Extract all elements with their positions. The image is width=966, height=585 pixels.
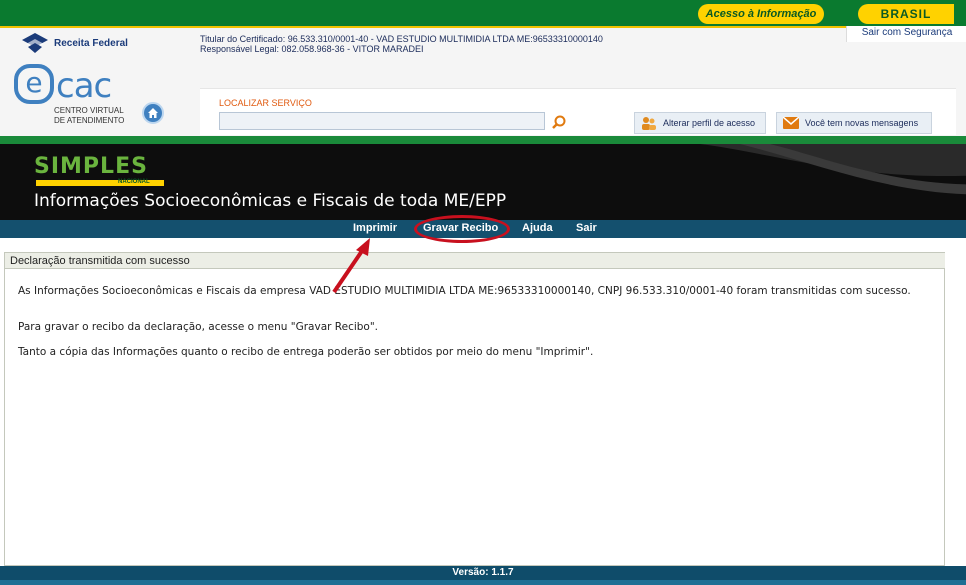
- messages-button[interactable]: Você tem novas mensagens: [776, 112, 932, 134]
- ecac-wordmark: cac: [56, 66, 112, 106]
- home-icon[interactable]: [142, 102, 164, 124]
- header-divider-stripe: [0, 136, 966, 144]
- page-title: Informações Socioeconômicas e Fiscais de…: [34, 191, 507, 211]
- simples-logo: SIMPLES: [34, 154, 148, 179]
- content-panel: [4, 252, 945, 566]
- profile-icon: [642, 117, 656, 130]
- record-instruction: Para gravar o recibo da declaração, aces…: [18, 321, 379, 333]
- menu-item-sair[interactable]: Sair: [576, 222, 597, 234]
- change-profile-button[interactable]: Alterar perfil de acesso: [634, 112, 766, 134]
- receita-federal-logo[interactable]: Receita Federal: [20, 32, 128, 54]
- ecac-subtitle-line2: DE ATENDIMENTO: [54, 116, 125, 125]
- messages-label: Você tem novas mensagens: [805, 118, 919, 128]
- logout-link[interactable]: Sair com Segurança: [846, 26, 966, 42]
- simples-banner: SIMPLES NACIONAL Informações Socioeconôm…: [0, 144, 966, 220]
- footer-stripe: [0, 580, 966, 585]
- certificate-info: Titular do Certificado: 96.533.310/0001-…: [200, 34, 603, 54]
- success-message: As Informações Socioeconômicas e Fiscais…: [18, 285, 911, 297]
- access-info-link[interactable]: Acesso à Informação: [698, 4, 824, 24]
- arrow-annotation: [332, 238, 370, 294]
- ecac-logo[interactable]: e cac CENTRO VIRTUAL DE ATENDIMENTO: [12, 64, 142, 128]
- banner-wave-decoration: [700, 144, 966, 195]
- ecac-subtitle: CENTRO VIRTUAL DE ATENDIMENTO: [54, 106, 124, 126]
- receita-federal-label: Receita Federal: [54, 37, 128, 49]
- certificate-holder: Titular do Certificado: 96.533.310/0001-…: [200, 34, 603, 44]
- search-label: LOCALIZAR SERVIÇO: [219, 98, 312, 108]
- search-input[interactable]: [219, 112, 545, 130]
- simples-logo-sub: NACIONAL: [118, 179, 150, 185]
- search-icon[interactable]: [551, 114, 567, 130]
- ecac-e-mark: e: [14, 64, 54, 104]
- mail-icon: [783, 117, 799, 129]
- legal-responsible: Responsável Legal: 082.058.968-36 - VITO…: [200, 44, 424, 54]
- receita-federal-emblem-icon: [22, 33, 48, 53]
- ecac-subtitle-line1: CENTRO VIRTUAL: [54, 106, 124, 115]
- home-glyph-icon: [148, 108, 158, 118]
- change-profile-label: Alterar perfil de acesso: [663, 118, 756, 128]
- print-instruction: Tanto a cópia das Informações quanto o r…: [18, 346, 594, 358]
- menu-item-ajuda[interactable]: Ajuda: [522, 222, 553, 234]
- content-header: Declaração transmitida com sucesso: [5, 253, 945, 269]
- menu-item-imprimir[interactable]: Imprimir: [353, 222, 397, 234]
- version-label: Versão: 1.1.7: [452, 567, 514, 578]
- brasil-link[interactable]: BRASIL: [858, 4, 954, 24]
- highlight-circle-annotation: [414, 215, 510, 243]
